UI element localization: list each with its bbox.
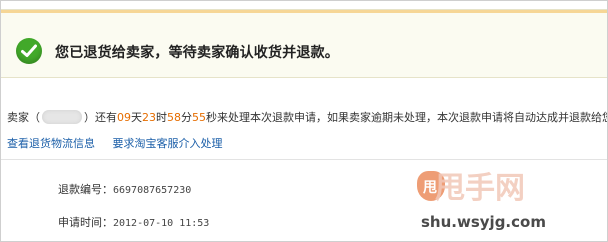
- hours-unit: 时: [156, 111, 167, 124]
- status-message: 您已退货给卖家，等待卖家确认收货并退款。: [55, 45, 339, 61]
- refund-number-row: 退款编号：6697087657230: [58, 181, 191, 197]
- refund-number-label: 退款编号：: [58, 183, 113, 196]
- site-watermark: 甩 甩手网 shu.wsyjg.com: [417, 161, 607, 241]
- days-unit: 天: [131, 111, 142, 124]
- minutes-unit: 分: [181, 111, 192, 124]
- refund-time-value: 2012-07-10 11:53: [113, 218, 210, 229]
- action-links: 查看退货物流信息 要求淘宝客服介入处理: [7, 135, 237, 151]
- refund-number-value: 6697087657230: [113, 185, 192, 196]
- watermark-logo: 甩手网: [435, 171, 525, 206]
- status-banner: 您已退货给卖家，等待卖家确认收货并退款。: [1, 9, 607, 78]
- request-service-link[interactable]: 要求淘宝客服介入处理: [113, 137, 223, 150]
- days-value: 09: [117, 111, 131, 124]
- hours-value: 23: [142, 111, 156, 124]
- view-logistics-link[interactable]: 查看退货物流信息: [7, 137, 95, 150]
- refund-time-label: 申请时间：: [58, 216, 113, 229]
- seconds-value: 55: [192, 111, 206, 124]
- notice-after-name: ）还有: [84, 111, 117, 124]
- section-divider: [1, 159, 607, 160]
- notice-suffix: 秒来处理本次退款申请，如果卖家逾期未处理，本次退款申请将自动达成并退款给您。: [206, 111, 608, 124]
- deadline-notice: 卖家（ ）还有09天23时58分55秒来处理本次退款申请，如果卖家逾期未处理，本次…: [7, 109, 607, 125]
- notice-prefix: 卖家（: [7, 111, 40, 124]
- watermark-site: shu.wsyjg.com: [421, 213, 546, 231]
- refund-status-panel: 您已退货给卖家，等待卖家确认收货并退款。 卖家（ ）还有09天23时58分55秒来…: [0, 0, 608, 242]
- refund-time-row: 申请时间：2012-07-10 11:53: [58, 214, 209, 230]
- check-icon: [16, 38, 42, 64]
- seller-name-redacted: [42, 110, 82, 124]
- minutes-value: 58: [167, 111, 181, 124]
